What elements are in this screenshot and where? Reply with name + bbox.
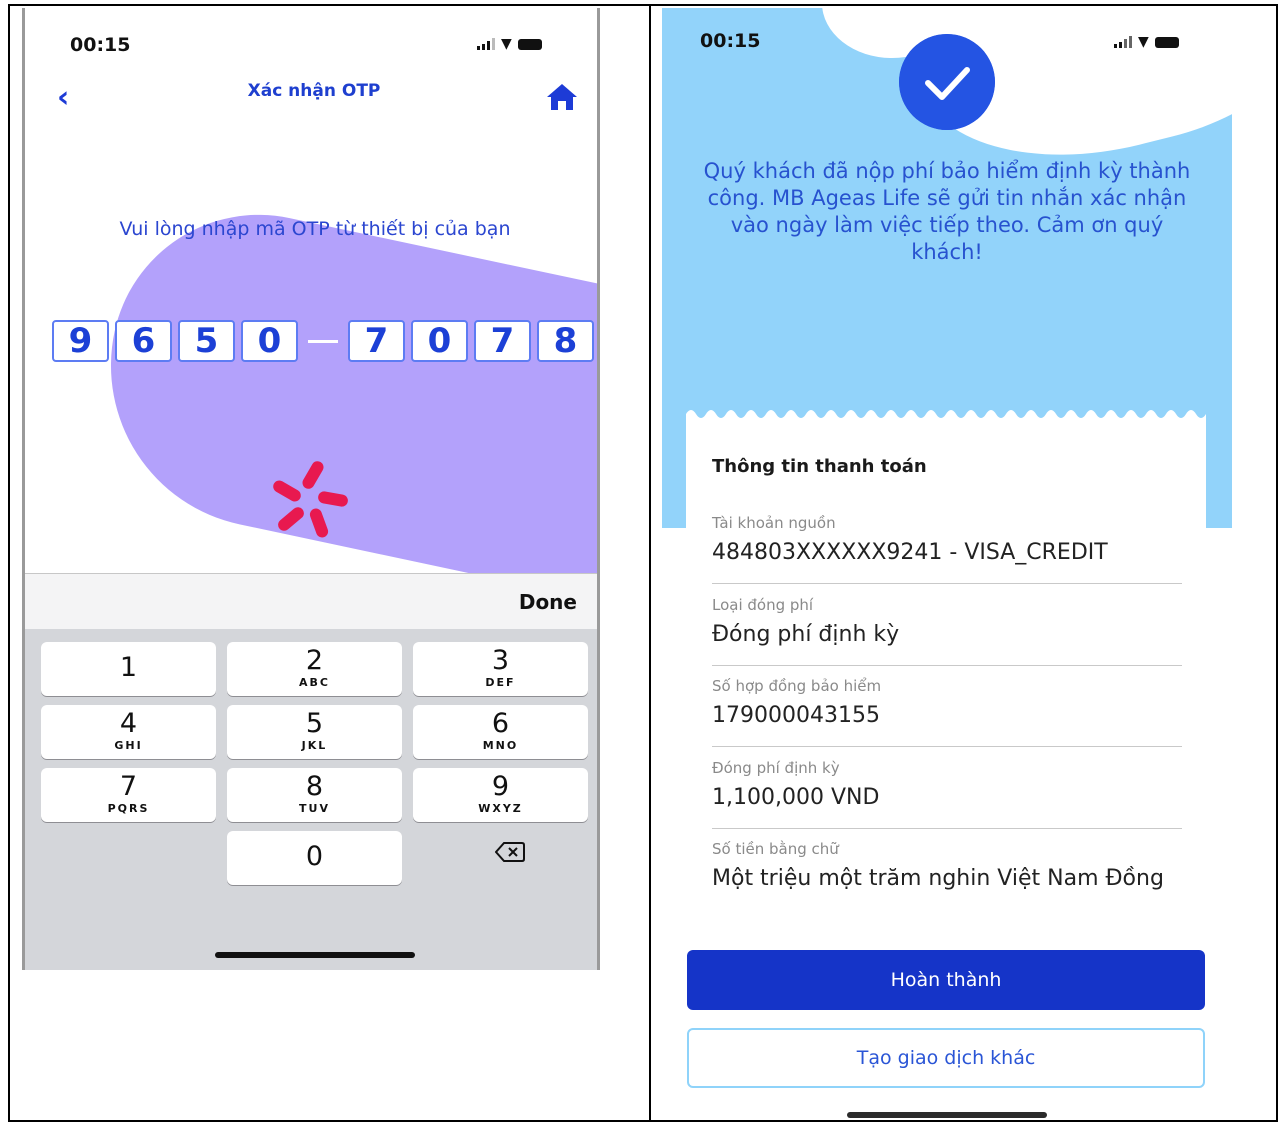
key-number: 1: [119, 652, 138, 683]
decorative-blob: [80, 187, 597, 624]
key-0[interactable]: 0: [227, 831, 402, 885]
battery-icon: [1154, 36, 1179, 48]
key-number: 0: [305, 841, 324, 872]
key-7[interactable]: 7 PQRS: [41, 768, 216, 822]
success-message: Quý khách đã nộp phí bảo hiểm định kỳ th…: [703, 159, 1191, 264]
numeric-keyboard: Done 1 2 ABC 3 DEF 4 GHI 5 JKL 6 MNO 7 P…: [25, 573, 597, 970]
field-source-account: Tài khoản nguồn 484803XXXXXX9241 - VISA_…: [712, 514, 1182, 584]
otp-digit: 0: [411, 320, 468, 362]
keyboard-toolbar: Done: [25, 574, 597, 629]
signal-icon: [477, 38, 495, 50]
key-4[interactable]: 4 GHI: [41, 705, 216, 759]
mb-logo-star-icon: [273, 461, 348, 538]
field-payment-type: Loại đóng phí Đóng phí định kỳ: [712, 596, 1182, 666]
status-icons: ▼: [477, 36, 542, 52]
otp-digit: 6: [115, 320, 172, 362]
done-button[interactable]: Done: [519, 590, 577, 614]
key-8[interactable]: 8 TUV: [227, 768, 402, 822]
otp-prompt: Vui lòng nhập mã OTP từ thiết bị của bạn: [119, 218, 511, 240]
key-letters: DEF: [485, 676, 516, 689]
field-label: Số tiền bằng chữ: [712, 840, 839, 858]
field-value: Đóng phí định kỳ: [712, 622, 900, 647]
field-amount: Đóng phí định kỳ 1,100,000 VND: [712, 759, 1182, 829]
key-5[interactable]: 5 JKL: [227, 705, 402, 759]
field-label: Tài khoản nguồn: [712, 514, 836, 532]
signal-icon: [1114, 36, 1132, 48]
key-number: 3: [491, 645, 510, 676]
key-number: 2: [305, 645, 324, 676]
key-number: 7: [119, 771, 138, 802]
field-value: 179000043155: [712, 703, 880, 728]
key-letters: WXYZ: [478, 802, 523, 815]
complete-button[interactable]: Hoàn thành: [687, 950, 1205, 1010]
key-letters: PQRS: [107, 802, 150, 815]
payment-receipt: Thông tin thanh toán Tài khoản nguồn 484…: [686, 420, 1206, 938]
key-1[interactable]: 1: [41, 642, 216, 696]
key-letters: ABC: [299, 676, 330, 689]
wifi-icon: ▼: [1138, 34, 1149, 50]
page-title: Xác nhận OTP: [247, 81, 381, 101]
key-6[interactable]: 6 MNO: [413, 705, 588, 759]
key-number: 5: [305, 708, 324, 739]
home-indicator: [847, 1112, 1047, 1118]
field-label: Loại đóng phí: [712, 596, 814, 614]
backspace-icon[interactable]: [495, 841, 525, 863]
key-letters: JKL: [301, 739, 328, 752]
payment-success-screen: 00:15 ▼ Quý khách đã nộp phí bảo hiểm đị…: [662, 8, 1232, 1118]
field-amount-in-words: Số tiền bằng chữ Một triệu một trăm nghi…: [712, 840, 1182, 930]
field-contract-number: Số hợp đồng bảo hiểm 179000043155: [712, 677, 1182, 747]
otp-digit: 7: [348, 320, 405, 362]
key-9[interactable]: 9 WXYZ: [413, 768, 588, 822]
status-icons: ▼: [1114, 34, 1179, 50]
otp-screen: 00:15 ▼ ‹ Xác nhận OTP Vui lòng nhập mã …: [22, 8, 600, 970]
otp-digit: 8: [537, 320, 594, 362]
otp-digit: 5: [178, 320, 235, 362]
field-label: Đóng phí định kỳ: [712, 759, 840, 777]
field-value: 484803XXXXXX9241 - VISA_CREDIT: [712, 540, 1108, 565]
home-indicator: [215, 952, 415, 958]
receipt-title: Thông tin thanh toán: [712, 456, 927, 477]
home-icon[interactable]: [545, 82, 579, 112]
key-2[interactable]: 2 ABC: [227, 642, 402, 696]
otp-digit: 7: [474, 320, 531, 362]
key-letters: GHI: [114, 739, 143, 752]
key-number: 8: [305, 771, 324, 802]
field-value: Một triệu một trăm nghin Việt Nam Đồng: [712, 866, 1164, 891]
new-transaction-button[interactable]: Tạo giao dịch khác: [687, 1028, 1205, 1088]
table-divider: [649, 4, 651, 1122]
otp-separator: [308, 339, 338, 343]
field-label: Số hợp đồng bảo hiểm: [712, 677, 882, 695]
wifi-icon: ▼: [501, 36, 512, 52]
otp-digit: 0: [241, 320, 298, 362]
field-value: 1,100,000 VND: [712, 785, 880, 810]
otp-digit: 9: [52, 320, 109, 362]
otp-code-display: 9 6 5 0 7 0 7 8: [52, 320, 594, 362]
key-letters: TUV: [299, 802, 330, 815]
battery-icon: [517, 38, 542, 50]
key-number: 4: [119, 708, 138, 739]
key-3[interactable]: 3 DEF: [413, 642, 588, 696]
key-number: 9: [491, 771, 510, 802]
key-number: 6: [491, 708, 510, 739]
status-time: 00:15: [700, 30, 761, 52]
status-time: 00:15: [70, 34, 131, 56]
key-letters: MNO: [482, 739, 519, 752]
checkmark-icon: [899, 34, 995, 130]
